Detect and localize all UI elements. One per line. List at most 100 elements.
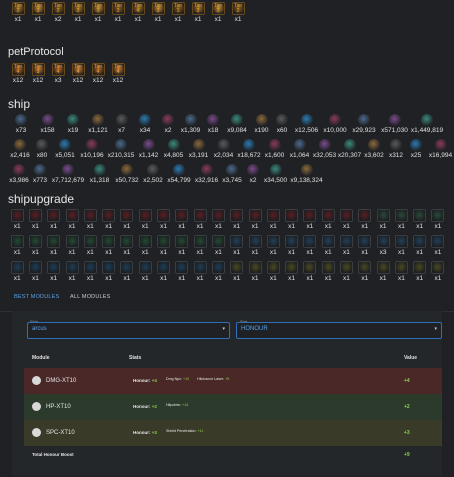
shipupgrade-item[interactable]: x1: [81, 257, 99, 283]
shipupgrade-item[interactable]: x1: [8, 231, 26, 257]
ship-item[interactable]: x2,502: [141, 160, 165, 185]
petgear-item[interactable]: Tier 1 x1: [88, 0, 108, 24]
ship-item[interactable]: x19: [61, 110, 85, 135]
ship-item[interactable]: x1,600: [262, 135, 287, 160]
shipupgrade-item[interactable]: x1: [374, 205, 392, 231]
ship-item[interactable]: x32,053: [312, 135, 337, 160]
shipupgrade-item[interactable]: x1: [99, 231, 117, 257]
ship-item[interactable]: x25: [406, 135, 426, 160]
shipupgrade-item[interactable]: x1: [228, 205, 246, 231]
shipupgrade-item[interactable]: x1: [45, 231, 63, 257]
petgear-item[interactable]: Tier 3 x1: [188, 0, 208, 24]
ship-item[interactable]: x5,051: [52, 135, 78, 160]
shipupgrade-item[interactable]: x1: [282, 231, 300, 257]
shipupgrade-item[interactable]: x3: [374, 231, 392, 257]
shipupgrade-item[interactable]: x1: [337, 231, 355, 257]
ship-item[interactable]: x1,142: [136, 135, 161, 160]
shipupgrade-item[interactable]: x1: [118, 257, 136, 283]
shipupgrade-item[interactable]: x1: [356, 257, 374, 283]
ship-item[interactable]: x158: [34, 110, 61, 135]
shipupgrade-item[interactable]: x1: [45, 205, 63, 231]
ship-item[interactable]: x2: [244, 160, 262, 185]
ship-item[interactable]: x18: [203, 110, 223, 135]
shipupgrade-item[interactable]: x1: [173, 257, 191, 283]
shipupgrade-item[interactable]: x1: [81, 231, 99, 257]
petprotocol-item[interactable]: Tier 4 x12: [108, 59, 128, 85]
ship-item[interactable]: x9,084: [223, 110, 251, 135]
shipupgrade-item[interactable]: x1: [282, 257, 300, 283]
ship-item[interactable]: x3,191: [186, 135, 211, 160]
ship-item[interactable]: x2,034: [211, 135, 236, 160]
shipupgrade-item[interactable]: x1: [173, 205, 191, 231]
ship-item[interactable]: x7,712,679: [50, 160, 86, 185]
shipupgrade-item[interactable]: x1: [337, 257, 355, 283]
ship-item[interactable]: x9,138,324: [289, 160, 324, 185]
ship-item[interactable]: x54,799: [165, 160, 193, 185]
petgear-item[interactable]: Tier 3 x1: [28, 0, 48, 24]
ship-item[interactable]: x3,602: [362, 135, 386, 160]
shipupgrade-item[interactable]: x1: [337, 205, 355, 231]
shipupgrade-item[interactable]: x1: [99, 257, 117, 283]
shipupgrade-item[interactable]: x1: [264, 205, 282, 231]
petprotocol-item[interactable]: Tier 4 x12: [68, 59, 88, 85]
shipupgrade-item[interactable]: x1: [282, 205, 300, 231]
petgear-item[interactable]: Tier 2 x1: [8, 0, 28, 24]
shipupgrade-item[interactable]: x1: [319, 231, 337, 257]
ship-item[interactable]: x80: [32, 135, 52, 160]
shipupgrade-item[interactable]: x1: [392, 257, 410, 283]
ship-item[interactable]: x1,309: [178, 110, 203, 135]
shipupgrade-item[interactable]: x1: [26, 231, 44, 257]
shipupgrade-item[interactable]: x1: [264, 257, 282, 283]
ship-item[interactable]: x16,994: [426, 135, 454, 160]
shipupgrade-item[interactable]: x1: [319, 205, 337, 231]
petgear-item[interactable]: Tier 1 x1: [168, 0, 188, 24]
shipupgrade-item[interactable]: x1: [8, 257, 26, 283]
shipupgrade-item[interactable]: x1: [209, 205, 227, 231]
shipupgrade-item[interactable]: x1: [356, 231, 374, 257]
shipupgrade-item[interactable]: x1: [191, 205, 209, 231]
shipupgrade-item[interactable]: x1: [228, 257, 246, 283]
tab-best-modules[interactable]: BEST MODULES: [14, 289, 60, 312]
shipupgrade-item[interactable]: x1: [26, 205, 44, 231]
ship-item[interactable]: x10,000: [321, 110, 349, 135]
shipupgrade-item[interactable]: x1: [154, 205, 172, 231]
shipupgrade-item[interactable]: x1: [45, 257, 63, 283]
shipupgrade-item[interactable]: x1: [246, 205, 264, 231]
shipupgrade-item[interactable]: x1: [136, 231, 154, 257]
shipupgrade-item[interactable]: x1: [63, 205, 81, 231]
ship-item[interactable]: x12,506: [292, 110, 321, 135]
ship-item[interactable]: x34: [132, 110, 158, 135]
petgear-item[interactable]: Tier 2 x2: [48, 0, 68, 24]
ship-item[interactable]: x190: [251, 110, 272, 135]
shipupgrade-item[interactable]: x1: [136, 205, 154, 231]
petprotocol-item[interactable]: Tier 4 x3: [48, 59, 68, 85]
ship-item[interactable]: x4,805: [161, 135, 186, 160]
shipupgrade-item[interactable]: x1: [392, 231, 410, 257]
shipupgrade-item[interactable]: x1: [136, 257, 154, 283]
ship-item[interactable]: x1,449,819: [410, 110, 444, 135]
shipupgrade-item[interactable]: x1: [8, 205, 26, 231]
shipupgrade-item[interactable]: x1: [411, 257, 429, 283]
ship-item[interactable]: x3,986: [8, 160, 30, 185]
shipupgrade-item[interactable]: x1: [301, 205, 319, 231]
shipupgrade-item[interactable]: x1: [246, 257, 264, 283]
petprotocol-item[interactable]: Tier 4 x12: [88, 59, 108, 85]
ship-item[interactable]: x20,307: [337, 135, 362, 160]
ship-item[interactable]: x50,732: [113, 160, 141, 185]
ship-item[interactable]: x571,030: [379, 110, 410, 135]
ship-item[interactable]: x34,500: [262, 160, 289, 185]
shipupgrade-item[interactable]: x1: [63, 231, 81, 257]
petgear-item[interactable]: Tier 4 x1: [128, 0, 148, 24]
shipupgrade-item[interactable]: x1: [191, 257, 209, 283]
shipupgrade-item[interactable]: x1: [63, 257, 81, 283]
petgear-item[interactable]: Tier 3 x1: [208, 0, 228, 24]
ship-item[interactable]: x1,064: [287, 135, 312, 160]
shipupgrade-item[interactable]: x1: [118, 205, 136, 231]
shipupgrade-item[interactable]: x1: [429, 231, 447, 257]
ship-item[interactable]: x3,745: [220, 160, 244, 185]
ship-item[interactable]: x1,121: [85, 110, 111, 135]
shipupgrade-item[interactable]: x1: [392, 205, 410, 231]
ship-select[interactable]: arcus ▾: [27, 322, 230, 339]
shipupgrade-item[interactable]: x1: [26, 257, 44, 283]
shipupgrade-item[interactable]: x1: [411, 231, 429, 257]
